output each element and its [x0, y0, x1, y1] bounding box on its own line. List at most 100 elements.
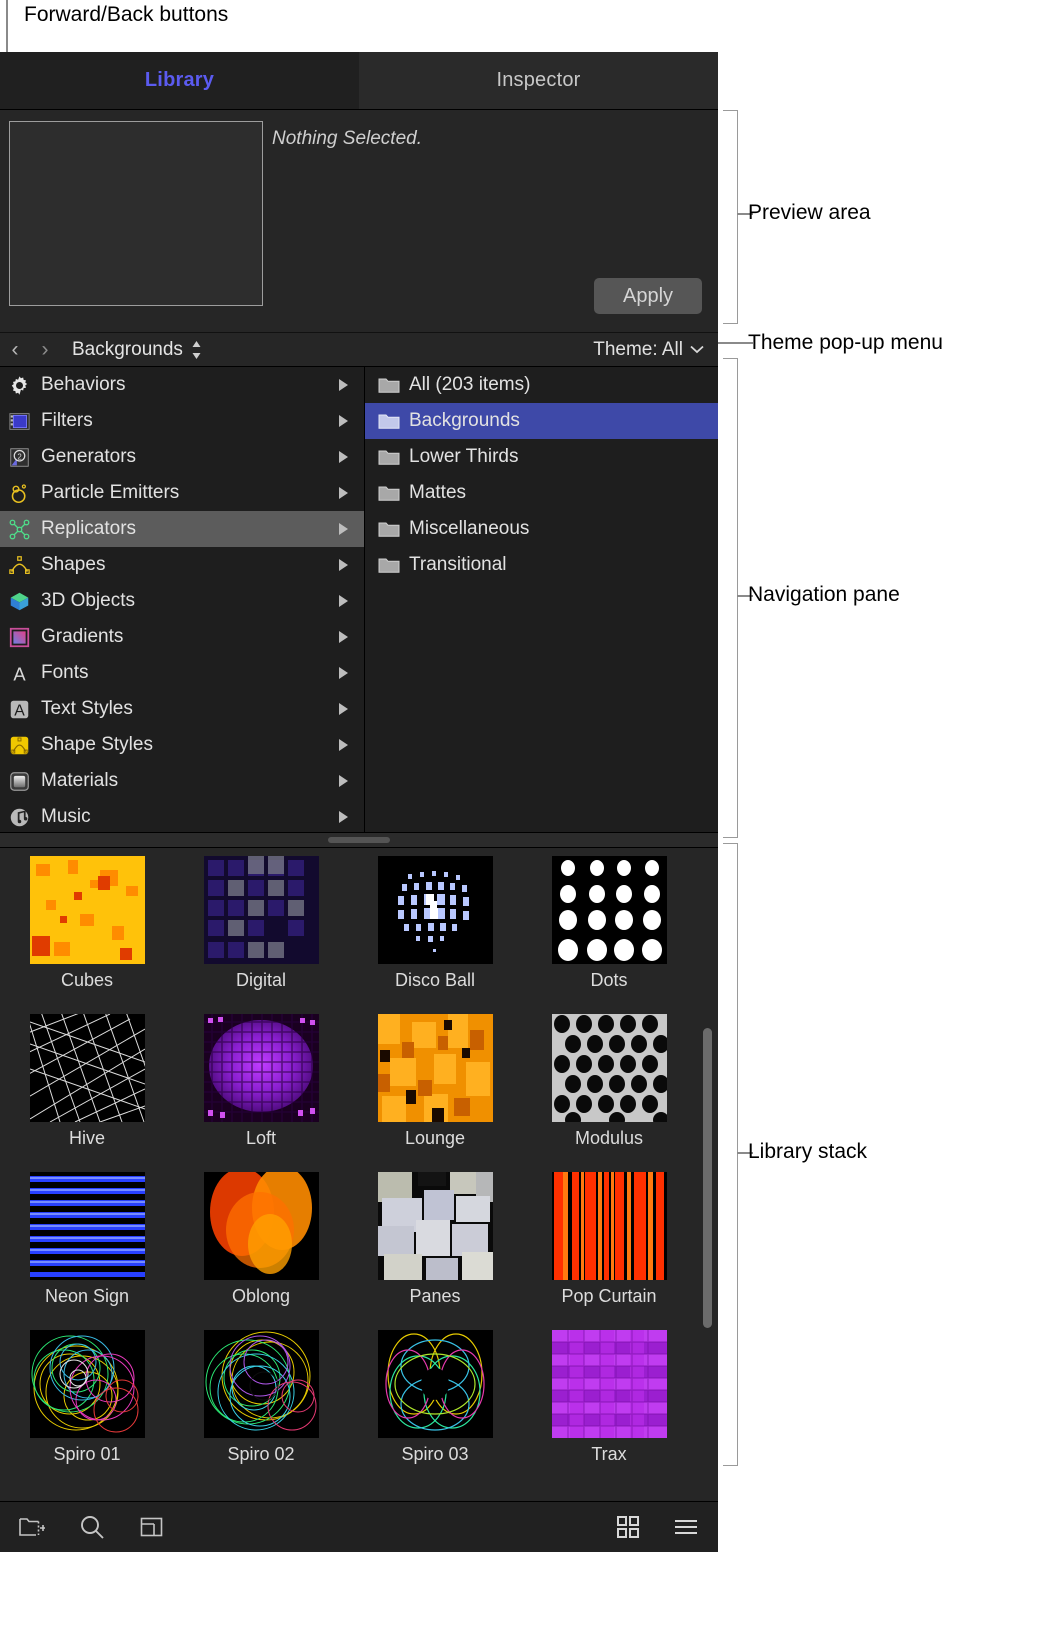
cube-icon	[8, 590, 31, 613]
chevron-right-icon[interactable]	[338, 810, 350, 824]
thumbnail-lounge[interactable]	[377, 1014, 493, 1122]
nav-item-filters[interactable]: Filters	[0, 403, 364, 439]
path-label[interactable]: Backgrounds	[72, 339, 183, 361]
nav-item-replicators[interactable]: Replicators	[0, 511, 364, 547]
nav-item-3d-objects[interactable]: 3D Objects	[0, 583, 364, 619]
thumbnail-spiro-03[interactable]	[377, 1330, 493, 1438]
folder-item-label: Backgrounds	[409, 410, 520, 431]
shape-style-icon	[8, 734, 31, 757]
chevron-right-icon[interactable]	[338, 594, 350, 608]
folder-item-label: All (203 items)	[409, 374, 531, 395]
forward-button[interactable]: ›	[30, 338, 60, 362]
thumbnail-spiro-02[interactable]	[203, 1330, 319, 1438]
nav-item-label: Music	[41, 806, 91, 827]
library-item[interactable]: Pop Curtain	[522, 1172, 696, 1330]
library-item-label: Oblong	[231, 1286, 291, 1306]
thumbnail-panes[interactable]	[377, 1172, 493, 1280]
thumbnail-hive[interactable]	[29, 1014, 145, 1122]
library-item[interactable]: Spiro 03	[348, 1330, 522, 1488]
chevron-right-icon[interactable]	[338, 630, 350, 644]
library-item[interactable]: Oblong	[174, 1172, 348, 1330]
library-item-label: Trax	[591, 1444, 627, 1464]
list-view-icon[interactable]	[672, 1513, 700, 1541]
tab-inspector[interactable]: Inspector	[359, 52, 718, 109]
tab-library[interactable]: Library	[0, 52, 359, 109]
nav-item-music[interactable]: Music	[0, 799, 364, 832]
library-item[interactable]: Disco Ball	[348, 856, 522, 1014]
panel-tabbar: Library Inspector	[0, 52, 718, 110]
thumbnail-pop-curtain[interactable]	[551, 1172, 667, 1280]
nav-item-generators[interactable]: 2 Generators	[0, 439, 364, 475]
search-icon[interactable]	[78, 1513, 106, 1541]
library-item[interactable]: Spiro 02	[174, 1330, 348, 1488]
folder-item-all[interactable]: All (203 items)	[365, 367, 718, 403]
nav-item-materials[interactable]: Materials	[0, 763, 364, 799]
chevron-right-icon[interactable]	[338, 774, 350, 788]
library-item-label: Panes	[409, 1286, 461, 1306]
thumbnail-trax[interactable]	[551, 1330, 667, 1438]
nav-item-fonts[interactable]: A Fonts	[0, 655, 364, 691]
thumbnail-digital[interactable]	[203, 856, 319, 964]
folder-item-label: Lower Thirds	[409, 446, 519, 467]
folder-item-backgrounds[interactable]: Backgrounds	[365, 403, 718, 439]
library-stack-scrollbar[interactable]	[703, 1028, 712, 1328]
folder-icon	[377, 518, 400, 541]
back-button[interactable]: ‹	[0, 338, 30, 362]
folder-item-lower-thirds[interactable]: Lower Thirds	[365, 439, 718, 475]
nav-item-particle-emitters[interactable]: Particle Emitters	[0, 475, 364, 511]
thumbnail-neon-sign[interactable]	[29, 1172, 145, 1280]
chevron-right-icon[interactable]	[338, 666, 350, 680]
chevron-right-icon[interactable]	[338, 450, 350, 464]
library-item[interactable]: Neon Sign	[0, 1172, 174, 1330]
thumbnail-dots[interactable]	[551, 856, 667, 964]
chevron-right-icon[interactable]	[338, 738, 350, 752]
panel-toggle-icon[interactable]	[138, 1513, 166, 1541]
nav-item-text-styles[interactable]: A Text Styles	[0, 691, 364, 727]
library-item[interactable]: Hive	[0, 1014, 174, 1172]
library-item[interactable]: Modulus	[522, 1014, 696, 1172]
folder-item-transitional[interactable]: Transitional	[365, 547, 718, 583]
library-item[interactable]: Digital	[174, 856, 348, 1014]
library-item[interactable]: Cubes	[0, 856, 174, 1014]
splitter-grip[interactable]	[328, 837, 390, 843]
library-item[interactable]: Spiro 01	[0, 1330, 174, 1488]
library-item[interactable]: Loft	[174, 1014, 348, 1172]
chevron-right-icon[interactable]	[338, 486, 350, 500]
path-stepper-icon[interactable]	[191, 340, 202, 360]
nav-item-label: Behaviors	[41, 374, 126, 395]
nav-item-shape-styles[interactable]: Shape Styles	[0, 727, 364, 763]
chevron-right-icon[interactable]	[338, 702, 350, 716]
chevron-right-icon[interactable]	[338, 558, 350, 572]
thumbnail-spiro-01[interactable]	[29, 1330, 145, 1438]
library-item-label: Pop Curtain	[561, 1286, 657, 1306]
pane-splitter[interactable]	[0, 832, 718, 848]
thumbnail-modulus[interactable]	[551, 1014, 667, 1122]
grid-view-icon[interactable]	[614, 1513, 642, 1541]
thumbnail-loft[interactable]	[203, 1014, 319, 1122]
nav-item-gradients[interactable]: Gradients	[0, 619, 364, 655]
folder-item-miscellaneous[interactable]: Miscellaneous	[365, 511, 718, 547]
nav-item-behaviors[interactable]: Behaviors	[0, 367, 364, 403]
chevron-right-icon[interactable]	[338, 378, 350, 392]
apply-button[interactable]: Apply	[594, 278, 702, 314]
chevron-right-icon[interactable]	[338, 522, 350, 536]
gradient-icon	[8, 626, 31, 649]
particle-emitter-icon	[8, 482, 31, 505]
library-item[interactable]: Lounge	[348, 1014, 522, 1172]
chevron-right-icon[interactable]	[338, 414, 350, 428]
toolbar-right-group	[614, 1513, 700, 1541]
library-item[interactable]: Trax	[522, 1330, 696, 1488]
thumbnail-disco-ball[interactable]	[377, 856, 493, 964]
library-item[interactable]: Dots	[522, 856, 696, 1014]
font-a-icon: A	[8, 662, 31, 685]
folder-item-mattes[interactable]: Mattes	[365, 475, 718, 511]
library-item-label: Lounge	[404, 1128, 466, 1148]
library-item[interactable]: Panes	[348, 1172, 522, 1330]
thumbnail-cubes[interactable]	[29, 856, 145, 964]
thumbnail-oblong[interactable]	[203, 1172, 319, 1280]
theme-popup-menu[interactable]: Theme: All	[593, 339, 704, 361]
new-folder-icon[interactable]	[18, 1513, 46, 1541]
nav-item-shapes[interactable]: Shapes	[0, 547, 364, 583]
bracket-library-stack	[723, 843, 738, 1466]
music-note-icon	[8, 806, 31, 829]
